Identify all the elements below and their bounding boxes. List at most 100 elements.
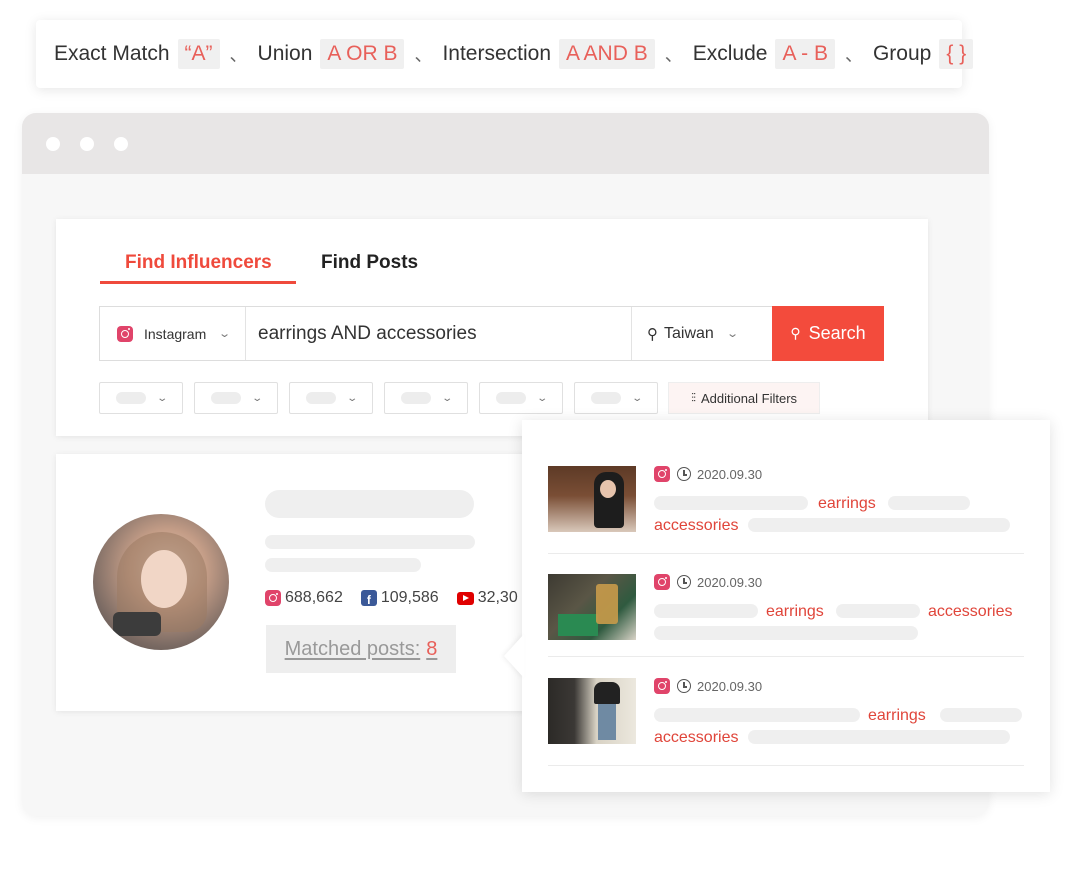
post-date: 2020.09.30 bbox=[697, 574, 763, 590]
text-placeholder bbox=[654, 708, 860, 722]
location-dropdown-value: Taiwan bbox=[664, 324, 714, 342]
search-panel: Find Influencers Find Posts Instagram ⌄ … bbox=[56, 219, 928, 436]
additional-filters-button[interactable]: ⫶⫶ Additional Filters bbox=[668, 382, 820, 414]
search-query-input[interactable] bbox=[246, 307, 631, 360]
instagram-icon bbox=[654, 466, 670, 482]
tab-find-influencers[interactable]: Find Influencers bbox=[125, 252, 272, 274]
platform-dropdown[interactable]: Instagram ⌄ bbox=[100, 307, 246, 360]
chevron-down-icon: ⌄ bbox=[251, 392, 263, 404]
window-maximize-dot[interactable] bbox=[114, 136, 128, 151]
chevron-down-icon: ⌄ bbox=[536, 392, 548, 404]
divider bbox=[548, 765, 1024, 766]
post-item[interactable]: 2020.09.30 earrings accessories bbox=[548, 466, 1024, 554]
avatar-face bbox=[141, 550, 187, 608]
clock-icon bbox=[677, 679, 691, 693]
filter-dropdown[interactable]: ⌄ bbox=[479, 382, 563, 414]
search-bar: Instagram ⌄ ⚲ Taiwan ⌄ bbox=[99, 306, 772, 361]
youtube-subscribers: 32,30 bbox=[477, 589, 518, 606]
map-pin-icon: ⚲ bbox=[647, 325, 658, 343]
additional-filters-label: Additional Filters bbox=[700, 390, 798, 406]
instagram-stat: 688,662 bbox=[265, 589, 343, 607]
name-placeholder bbox=[265, 490, 474, 518]
instagram-icon bbox=[654, 678, 670, 694]
keyword-highlight: earrings bbox=[868, 707, 926, 724]
filter-dropdown[interactable]: ⌄ bbox=[384, 382, 468, 414]
post-date: 2020.09.30 bbox=[697, 466, 763, 482]
filter-dropdown[interactable]: ⌄ bbox=[289, 382, 373, 414]
chevron-down-icon: ⌄ bbox=[631, 392, 643, 404]
thumb-legs bbox=[598, 700, 616, 740]
post-thumbnail[interactable] bbox=[548, 466, 636, 532]
operator-label-group: Group bbox=[872, 42, 932, 65]
chevron-down-icon: ⌄ bbox=[218, 328, 232, 340]
instagram-icon bbox=[117, 325, 133, 342]
thumb-cup bbox=[596, 584, 618, 624]
facebook-followers: 109,586 bbox=[380, 589, 439, 606]
instagram-followers: 688,662 bbox=[285, 589, 343, 606]
operator-label-union: Union bbox=[257, 42, 313, 65]
text-placeholder bbox=[654, 626, 918, 640]
matched-posts-popover: 2020.09.30 earrings accessories 2020.09.… bbox=[522, 420, 1050, 792]
thumb-figure-head bbox=[600, 480, 616, 498]
filter-placeholder bbox=[115, 392, 146, 404]
text-placeholder bbox=[265, 535, 475, 549]
chevron-down-icon: ⌄ bbox=[441, 392, 453, 404]
chevron-down-icon: ⌄ bbox=[156, 392, 168, 404]
instagram-icon bbox=[265, 590, 281, 606]
clock-icon bbox=[677, 467, 691, 481]
active-tab-indicator bbox=[100, 281, 296, 284]
operator-label-exact-match: Exact Match bbox=[54, 42, 170, 65]
post-thumbnail[interactable] bbox=[548, 574, 636, 640]
filter-dropdown[interactable]: ⌄ bbox=[99, 382, 183, 414]
popover-arrow bbox=[504, 634, 524, 678]
search-icon: ⚲ bbox=[790, 325, 801, 341]
operator-syntax-exclude: A - B bbox=[775, 39, 835, 69]
search-button-label: Search bbox=[808, 323, 866, 343]
operator-label-intersection: Intersection bbox=[442, 42, 552, 65]
operator-separator: 、 bbox=[664, 45, 683, 65]
keyword-highlight: accessories bbox=[928, 603, 1013, 620]
text-placeholder bbox=[836, 604, 920, 618]
sliders-icon: ⫶⫶ bbox=[690, 390, 696, 405]
divider bbox=[548, 553, 1024, 554]
filter-dropdown[interactable]: ⌄ bbox=[574, 382, 658, 414]
chevron-down-icon: ⌄ bbox=[346, 392, 358, 404]
matched-posts-label: Matched posts: bbox=[284, 637, 421, 660]
post-thumbnail[interactable] bbox=[548, 678, 636, 744]
keyword-highlight: accessories bbox=[654, 729, 739, 746]
operator-syntax-exact-match: “A” bbox=[177, 39, 220, 69]
platform-dropdown-value: Instagram bbox=[144, 325, 207, 342]
follower-stats: 688,662 f 109,586 32,30 bbox=[265, 589, 536, 607]
filter-placeholder bbox=[400, 392, 431, 404]
post-meta: 2020.09.30 bbox=[654, 574, 762, 590]
post-meta: 2020.09.30 bbox=[654, 466, 762, 482]
facebook-stat: f 109,586 bbox=[360, 589, 439, 607]
avatar-camera bbox=[113, 612, 161, 636]
text-placeholder bbox=[654, 496, 808, 510]
text-placeholder bbox=[265, 558, 421, 572]
influencer-result-card[interactable]: 688,662 f 109,586 32,30 Matched posts: 8 bbox=[56, 454, 576, 711]
operator-separator: 、 bbox=[414, 45, 433, 65]
operator-separator: 、 bbox=[844, 45, 863, 65]
influencer-avatar[interactable] bbox=[93, 514, 229, 650]
location-dropdown[interactable]: ⚲ Taiwan ⌄ bbox=[631, 307, 772, 360]
post-item[interactable]: 2020.09.30 earrings accessories bbox=[548, 678, 1024, 766]
divider bbox=[548, 656, 1024, 657]
operator-syntax-union: A OR B bbox=[320, 39, 405, 69]
operator-syntax-intersection: A AND B bbox=[559, 39, 655, 69]
tab-find-posts[interactable]: Find Posts bbox=[321, 252, 418, 274]
youtube-stat: 32,30 bbox=[456, 589, 518, 607]
filter-dropdown[interactable]: ⌄ bbox=[194, 382, 278, 414]
post-item[interactable]: 2020.09.30 earrings accessories bbox=[548, 574, 1024, 658]
search-button[interactable]: ⚲ Search bbox=[772, 306, 884, 361]
browser-title-bar bbox=[22, 113, 989, 174]
window-close-dot[interactable] bbox=[46, 136, 60, 151]
matched-posts-link[interactable]: Matched posts: 8 bbox=[266, 625, 456, 673]
keyword-highlight: accessories bbox=[654, 517, 739, 534]
text-placeholder bbox=[888, 496, 970, 510]
keyword-highlight: earrings bbox=[818, 495, 876, 512]
text-placeholder bbox=[654, 604, 758, 618]
filter-placeholder bbox=[305, 392, 336, 404]
chevron-down-icon: ⌄ bbox=[725, 328, 739, 340]
window-minimize-dot[interactable] bbox=[80, 136, 94, 151]
